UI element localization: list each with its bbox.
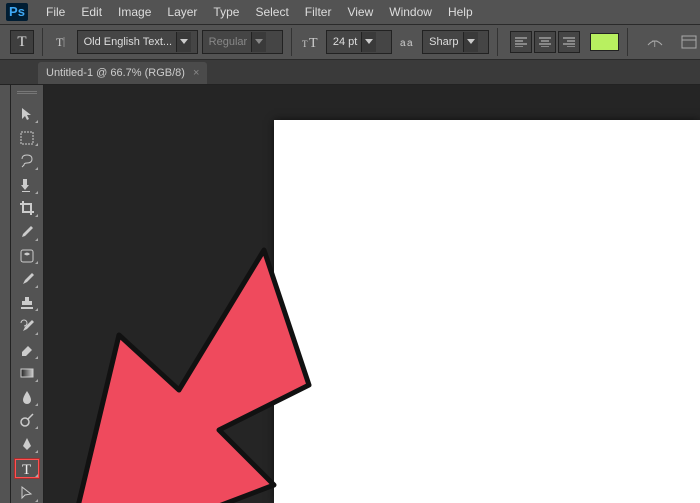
move-tool[interactable] [15,104,39,124]
type-tool[interactable]: T [14,458,40,480]
separator [42,28,43,56]
marquee-tool[interactable] [15,128,39,148]
align-center-button[interactable] [534,31,556,53]
anti-alias-value: Sharp [429,36,458,48]
healing-brush-tool[interactable] [15,246,39,266]
character-panel-button[interactable] [678,31,700,53]
app-logo: Ps [6,3,28,21]
menu-edit[interactable]: Edit [73,0,110,24]
brush-tool[interactable] [15,269,39,289]
dock-strip [0,85,11,503]
anti-alias-dropdown[interactable]: Sharp [422,30,489,54]
dodge-tool[interactable] [15,411,39,431]
chevron-down-icon [251,32,266,52]
document-tab-bar: Untitled-1 @ 66.7% (RGB/8) × [0,60,700,85]
chevron-down-icon [463,32,478,52]
crop-tool[interactable] [15,199,39,219]
separator [627,28,628,56]
svg-text:T: T [302,39,308,49]
svg-text:T: T [652,39,658,49]
menu-layer[interactable]: Layer [159,0,205,24]
text-align-group [510,31,580,53]
font-style-value: Regular [209,36,248,48]
pen-tool[interactable] [15,434,39,454]
document-canvas[interactable] [274,120,700,503]
photoshop-window: Ps File Edit Image Layer Type Select Fil… [0,0,700,503]
chevron-down-icon [176,32,191,52]
canvas-area [44,85,700,503]
panel-grip[interactable] [17,91,37,96]
warp-text-button[interactable]: T [644,31,666,53]
separator [497,28,498,56]
text-orientation-button[interactable]: T [51,31,73,53]
svg-text:T: T [309,36,318,50]
menu-image[interactable]: Image [110,0,159,24]
main-area: T [0,85,700,503]
menu-type[interactable]: Type [205,0,247,24]
document-tab-title: Untitled-1 @ 66.7% (RGB/8) [46,67,185,79]
align-left-button[interactable] [510,31,532,53]
eraser-tool[interactable] [15,340,39,360]
tool-preset-button[interactable]: T [10,30,34,54]
close-icon[interactable]: × [193,67,199,79]
blur-tool[interactable] [15,387,39,407]
menu-help[interactable]: Help [440,0,481,24]
document-tab[interactable]: Untitled-1 @ 66.7% (RGB/8) × [38,62,207,84]
font-family-dropdown[interactable]: Old English Text... [77,30,198,54]
font-size-value: 24 pt [333,36,357,48]
menu-file[interactable]: File [38,0,73,24]
font-style-dropdown[interactable]: Regular [202,30,283,54]
type-tool-letter: T [17,34,26,51]
menu-window[interactable]: Window [381,0,440,24]
text-color-swatch[interactable] [590,33,620,51]
font-size-dropdown[interactable]: 24 pt [326,30,393,54]
quick-select-tool[interactable] [15,175,39,195]
svg-text:a: a [400,38,406,49]
lasso-tool[interactable] [15,151,39,171]
svg-text:a: a [407,38,413,49]
separator [291,28,292,56]
font-size-icon: TT [300,31,322,53]
toolbox: T [11,85,44,503]
stamp-tool[interactable] [15,293,39,313]
menu-bar: Ps File Edit Image Layer Type Select Fil… [0,0,700,25]
options-bar: T T Old English Text... Regular TT 24 pt [0,25,700,60]
svg-text:T: T [22,462,31,477]
path-select-tool[interactable] [15,483,39,503]
chevron-down-icon [361,32,376,52]
eyedropper-tool[interactable] [15,222,39,242]
history-brush-tool[interactable] [15,316,39,336]
menu-select[interactable]: Select [247,0,296,24]
svg-text:T: T [56,35,64,49]
menu-filter[interactable]: Filter [297,0,340,24]
anti-alias-icon: aa [396,31,418,53]
menu-view[interactable]: View [339,0,381,24]
gradient-tool[interactable] [15,364,39,384]
font-family-value: Old English Text... [84,36,172,48]
align-right-button[interactable] [558,31,580,53]
